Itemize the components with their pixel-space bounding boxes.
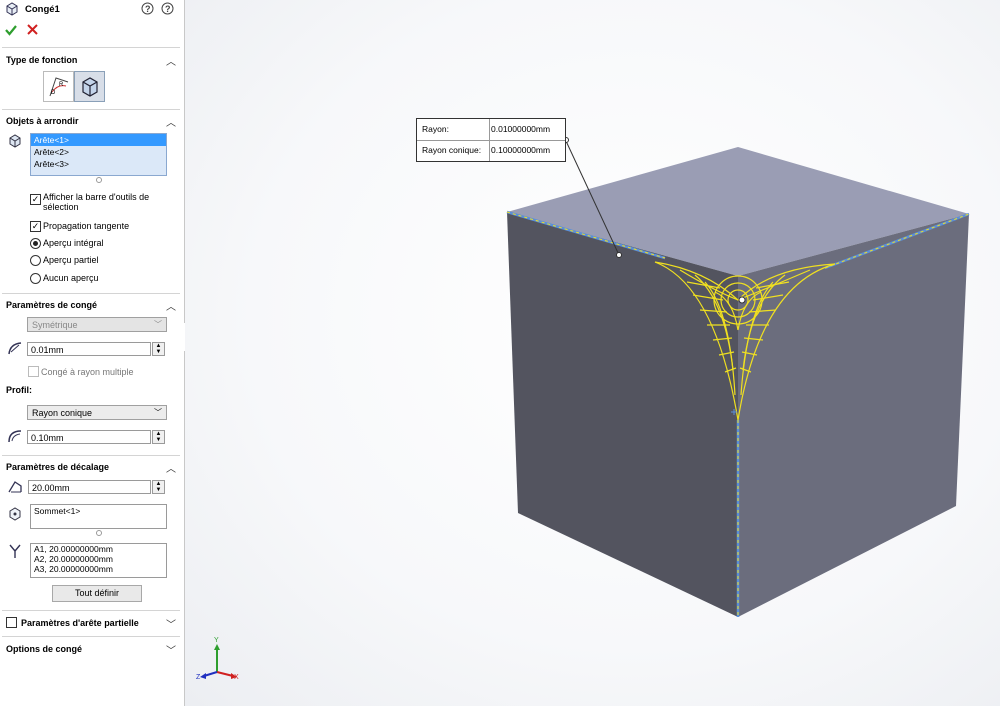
section-feature-type-title[interactable]: Type de fonction [6, 55, 77, 65]
axis-triad [200, 644, 237, 679]
divider [2, 109, 180, 110]
setback-distance-icon [7, 478, 23, 496]
partial-edge-checkbox[interactable] [6, 617, 17, 628]
set-all-button[interactable]: Tout définir [52, 585, 142, 602]
callout-conic-row[interactable]: Rayon conique: 0.10000000mm [417, 140, 565, 161]
list-item[interactable]: Sommet<1> [31, 505, 166, 517]
no-preview-label: Aucun aperçu [43, 273, 99, 283]
cancel-icon[interactable] [26, 23, 39, 38]
dimension-callout[interactable]: Rayon: 0.01000000mm Rayon conique: 0.100… [416, 118, 566, 162]
help-question-icon[interactable]: ? [161, 2, 174, 17]
model-view[interactable] [185, 0, 1000, 706]
resize-handle[interactable] [96, 530, 102, 536]
multi-radius-checkbox[interactable] [28, 366, 39, 377]
list-item[interactable]: A3, 20.00000000mm [31, 564, 166, 574]
svg-text:?: ? [145, 4, 151, 14]
divider [2, 610, 180, 611]
list-item[interactable]: Arête<2> [31, 146, 166, 158]
profile-value: Rayon conique [32, 408, 93, 418]
callout-radius-label: Rayon: [422, 124, 449, 134]
chevron-down-icon[interactable]: ﹀ [166, 616, 176, 631]
callout-radius-row[interactable]: Rayon: 0.01000000mm [417, 119, 565, 141]
list-item[interactable]: Arête<1> [31, 134, 166, 146]
setback-distance-spinner[interactable]: ▲ ▼ [152, 480, 165, 494]
section-setback-title[interactable]: Paramètres de décalage [6, 462, 109, 472]
fillet-method-value: Symétrique [32, 320, 78, 330]
edges-listbox[interactable]: Arête<1> Arête<2> Arête<3> [30, 133, 167, 176]
tangent-propagation-checkbox[interactable]: ✓ [30, 221, 41, 232]
show-toolbar-label: Afficher la barre d'outils de sélection [43, 192, 150, 212]
accept-icon[interactable] [4, 23, 18, 39]
partial-preview-radio[interactable] [30, 255, 41, 266]
setback-distance-input[interactable]: 20.00mm [28, 480, 151, 494]
svg-text:?: ? [165, 4, 171, 14]
conic-radius-spinner[interactable]: ▲ ▼ [152, 430, 165, 444]
tangent-propagation-label: Propagation tangente [43, 221, 130, 231]
constant-size-fillet-icon[interactable]: RD [43, 71, 74, 102]
profile-label: Profil: [6, 385, 32, 395]
graphics-viewport[interactable]: Y X Z [185, 0, 1000, 706]
chevron-up-icon[interactable]: ︿ [166, 53, 176, 68]
chevron-up-icon[interactable]: ︿ [166, 114, 176, 129]
section-fillet-options-title[interactable]: Options de congé [6, 644, 82, 654]
svg-text:R: R [59, 82, 64, 88]
radius-icon [7, 340, 23, 358]
cube-right-face [738, 214, 969, 617]
chevron-up-icon[interactable]: ︿ [166, 298, 176, 313]
vertex-marker [738, 296, 746, 304]
section-items-title[interactable]: Objets à arrondir [6, 116, 79, 126]
conic-radius-icon [7, 428, 23, 446]
face-fillet-icon[interactable] [74, 71, 105, 102]
triad-y-label: Y [214, 637, 219, 644]
edge-selection-icon [8, 134, 22, 150]
resize-handle[interactable] [96, 177, 102, 183]
triad-z-label: Z [196, 674, 201, 681]
fillet-feature-icon [5, 2, 19, 18]
svg-text:D: D [51, 90, 56, 96]
help-icon[interactable]: ? [141, 2, 154, 17]
chevron-up-icon[interactable]: ︿ [166, 460, 176, 475]
setback-distances-listbox[interactable]: A1, 20.00000000mm A2, 20.00000000mm A3, … [30, 543, 167, 578]
show-toolbar-checkbox[interactable]: ✓ [30, 194, 41, 205]
callout-divider [489, 119, 490, 161]
chevron-down-icon: ﹀ [154, 408, 162, 417]
triad-x-label: X [234, 674, 239, 681]
list-item[interactable]: A1, 20.00000000mm [31, 544, 166, 554]
vertex-listbox[interactable]: Sommet<1> [30, 504, 167, 529]
multi-radius-label: Congé à rayon multiple [41, 367, 134, 377]
fillet-method-select: Symétrique ﹀ [27, 317, 167, 332]
setback-distances-icon [7, 543, 23, 561]
no-preview-radio[interactable] [30, 273, 41, 284]
callout-conic-value[interactable]: 0.10000000mm [491, 140, 550, 161]
vertex-selection-icon [7, 506, 23, 524]
radius-spinner[interactable]: ▲ ▼ [152, 342, 165, 356]
callout-conic-label: Rayon conique: [422, 145, 482, 155]
partial-preview-label: Aperçu partiel [43, 255, 99, 265]
list-item[interactable]: A2, 20.00000000mm [31, 554, 166, 564]
divider [2, 47, 180, 48]
full-preview-label: Aperçu intégral [43, 238, 104, 248]
property-manager-panel: Congé1 ? ? Type de fonction ︿ RD Objets … [0, 0, 185, 706]
divider [2, 293, 180, 294]
radius-input[interactable]: 0.01mm [27, 342, 151, 356]
chevron-down-icon[interactable]: ﹀ [166, 642, 176, 657]
panel-title: Congé1 [25, 4, 60, 15]
callout-radius-value[interactable]: 0.01000000mm [491, 119, 550, 140]
callout-anchor [616, 252, 622, 258]
divider [2, 455, 180, 456]
list-item[interactable]: Arête<3> [31, 158, 166, 170]
cube-left-face [507, 212, 738, 617]
full-preview-radio[interactable] [30, 238, 41, 249]
chevron-down-icon: ﹀ [154, 320, 162, 329]
divider [2, 636, 180, 637]
section-partial-edge-title[interactable]: Paramètres d'arête partielle [21, 618, 139, 628]
section-fillet-params-title[interactable]: Paramètres de congé [6, 300, 97, 310]
profile-select[interactable]: Rayon conique ﹀ [27, 405, 167, 420]
conic-radius-input[interactable]: 0.10mm [27, 430, 151, 444]
